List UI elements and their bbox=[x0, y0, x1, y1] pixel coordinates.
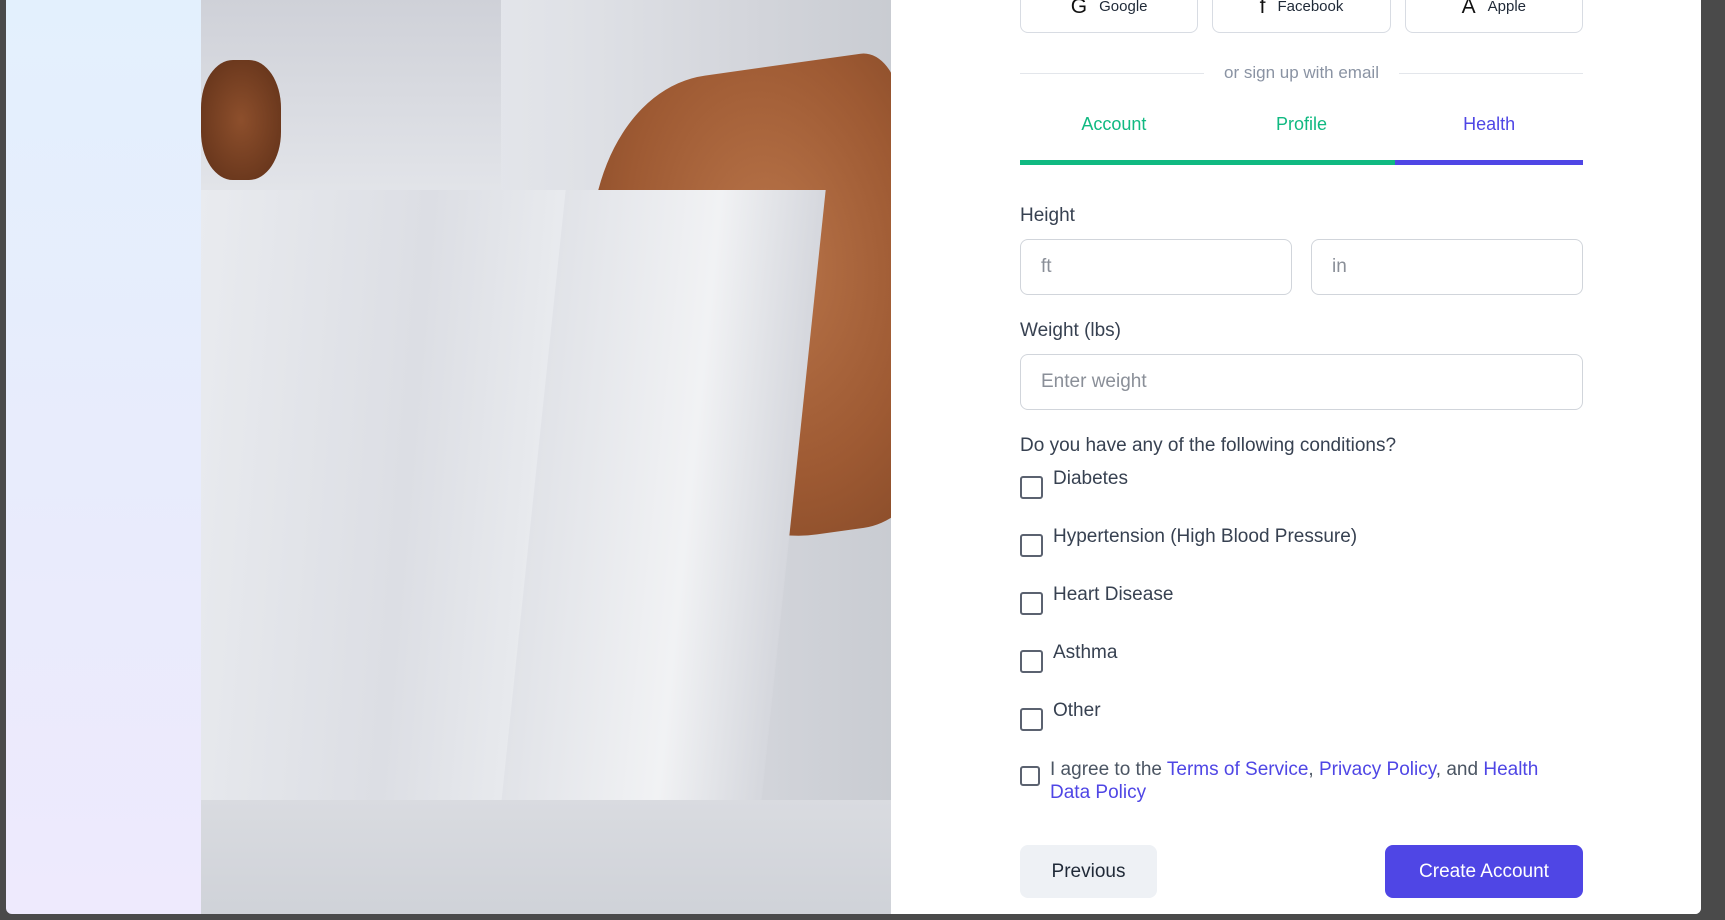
apple-label: Apple bbox=[1487, 0, 1527, 15]
height-label: Height bbox=[1020, 205, 1075, 226]
checkbox[interactable] bbox=[1020, 708, 1043, 731]
weight-input[interactable] bbox=[1020, 354, 1583, 410]
condition-other[interactable]: Other bbox=[1020, 700, 1101, 731]
terms-comma: , bbox=[1308, 759, 1319, 780]
tab-profile-label: Profile bbox=[1275, 114, 1328, 134]
condition-diabetes[interactable]: Diabetes bbox=[1020, 468, 1128, 499]
apple-icon: A bbox=[1461, 0, 1476, 18]
facebook-label: Facebook bbox=[1277, 0, 1344, 15]
terms-prefix: I agree to the bbox=[1050, 759, 1167, 780]
height-ft-input[interactable] bbox=[1020, 239, 1292, 295]
step-tabs: Account Profile Health bbox=[1020, 110, 1584, 165]
signup-card: G Google f Facebook A Apple or sign up w… bbox=[201, 0, 1701, 914]
checkbox[interactable] bbox=[1020, 534, 1043, 557]
tab-progress-bar bbox=[1207, 160, 1396, 165]
window-edge bbox=[1701, 0, 1725, 920]
condition-heart-disease[interactable]: Heart Disease bbox=[1020, 584, 1173, 615]
tab-health-label: Health bbox=[1463, 114, 1516, 134]
checkbox-label: Hypertension (High Blood Pressure) bbox=[1053, 526, 1358, 547]
page-background: G Google f Facebook A Apple or sign up w… bbox=[6, 0, 1701, 914]
checkbox[interactable] bbox=[1020, 592, 1043, 615]
google-label: Google bbox=[1099, 0, 1148, 15]
divider-text: or sign up with email bbox=[1224, 63, 1379, 82]
terms-agreement: I agree to the Terms of Service, Privacy… bbox=[1020, 758, 1583, 804]
facebook-signin-button[interactable]: f Facebook bbox=[1212, 0, 1391, 33]
tab-progress-bar bbox=[1395, 160, 1584, 165]
checkbox[interactable] bbox=[1020, 650, 1043, 673]
terms-and: , and bbox=[1435, 759, 1484, 780]
checkbox-label: Asthma bbox=[1053, 642, 1118, 663]
google-icon: G bbox=[1070, 0, 1088, 18]
google-signin-button[interactable]: G Google bbox=[1020, 0, 1199, 33]
weight-label: Weight (lbs) bbox=[1020, 320, 1122, 341]
tab-profile[interactable]: Profile bbox=[1207, 110, 1396, 165]
tab-account-label: Account bbox=[1081, 114, 1147, 134]
social-login-row: G Google f Facebook A Apple bbox=[1020, 0, 1583, 33]
terms-text: I agree to the Terms of Service, Privacy… bbox=[1050, 758, 1583, 804]
apple-signin-button[interactable]: A Apple bbox=[1404, 0, 1583, 33]
condition-asthma[interactable]: Asthma bbox=[1020, 642, 1117, 673]
tab-progress-bar bbox=[1020, 160, 1208, 165]
condition-hypertension[interactable]: Hypertension (High Blood Pressure) bbox=[1020, 526, 1357, 557]
checkbox[interactable] bbox=[1020, 476, 1043, 499]
email-divider: or sign up with email bbox=[1020, 62, 1583, 84]
tab-health[interactable]: Health bbox=[1395, 110, 1584, 165]
height-in-input[interactable] bbox=[1311, 239, 1583, 295]
checkbox-label: Other bbox=[1053, 700, 1101, 721]
facebook-icon: f bbox=[1259, 0, 1266, 18]
privacy-policy-link[interactable]: Privacy Policy bbox=[1319, 759, 1436, 780]
create-account-button[interactable]: Create Account bbox=[1385, 845, 1583, 898]
terms-of-service-link[interactable]: Terms of Service bbox=[1167, 759, 1308, 780]
checkbox-label: Heart Disease bbox=[1053, 584, 1174, 605]
conditions-title: Do you have any of the following conditi… bbox=[1020, 435, 1397, 456]
hero-photo bbox=[201, 0, 891, 914]
tab-account[interactable]: Account bbox=[1020, 110, 1208, 165]
checkbox-label: Diabetes bbox=[1053, 468, 1128, 489]
previous-button[interactable]: Previous bbox=[1020, 845, 1157, 898]
terms-checkbox[interactable] bbox=[1020, 766, 1040, 786]
